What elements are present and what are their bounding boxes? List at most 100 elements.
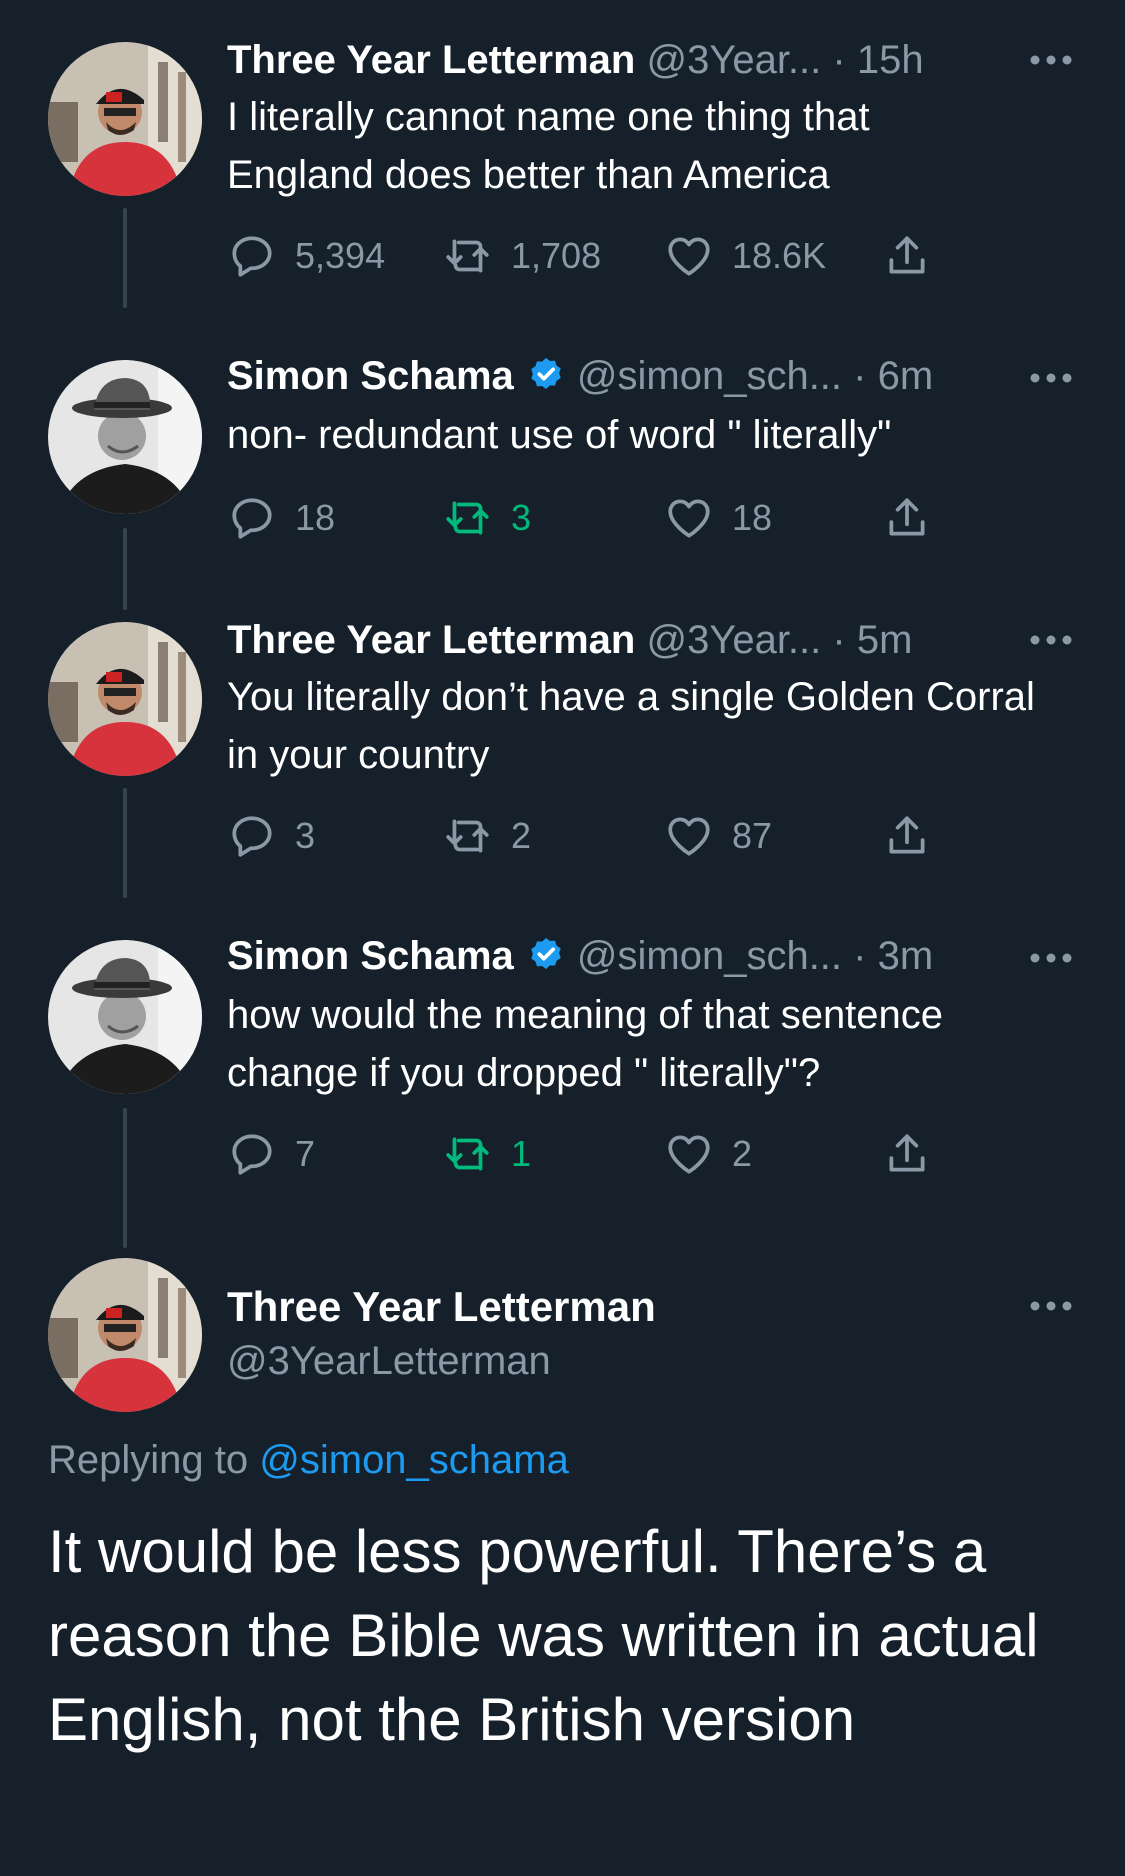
more-options-icon[interactable] xyxy=(1028,946,1074,970)
separator-dot: · xyxy=(853,354,867,398)
thread-connector xyxy=(123,1108,127,1248)
avatar[interactable] xyxy=(48,1258,202,1412)
tweet-header: Three Year Letterman @3Year... · 15h xyxy=(227,32,1087,88)
tweet-header: Simon Schama @simon_sch... · 6m xyxy=(227,348,1087,404)
reply-icon xyxy=(232,1134,272,1175)
avatar-photo-icon xyxy=(48,622,202,776)
thread-connector xyxy=(123,528,127,610)
tweet-actions: 3 2 87 xyxy=(227,808,1087,864)
heart-icon xyxy=(668,1135,710,1174)
display-name[interactable]: Three Year Letterman xyxy=(227,38,635,82)
retweet-button[interactable]: 3 xyxy=(443,490,531,546)
retweet-count: 1 xyxy=(511,1133,532,1174)
retweet-icon xyxy=(446,819,489,853)
timestamp[interactable]: 6m xyxy=(878,354,934,398)
avatar-photo-icon xyxy=(48,360,202,514)
replying-to: Replying to @simon_schama xyxy=(48,1432,569,1488)
heart-icon xyxy=(668,817,710,856)
thread-connector xyxy=(123,788,127,898)
heart-icon xyxy=(668,237,710,276)
display-name[interactable]: Simon Schama xyxy=(227,354,514,398)
reply-icon xyxy=(232,816,272,857)
avatar[interactable] xyxy=(48,940,202,1094)
share-icon xyxy=(889,236,925,274)
like-button[interactable]: 18 xyxy=(664,490,772,546)
tweet-actions: 7 1 2 xyxy=(227,1126,1087,1182)
replying-prefix: Replying to xyxy=(48,1438,249,1482)
separator-dot: · xyxy=(853,934,867,978)
reply-button[interactable]: 3 xyxy=(227,808,315,864)
mention-link[interactable]: @simon_schama xyxy=(259,1438,569,1482)
tweet-header: Three Year Letterman @3Year... · 5m xyxy=(227,612,1087,668)
reply-button[interactable]: 18 xyxy=(227,490,335,546)
timestamp[interactable]: 3m xyxy=(878,934,934,978)
tweet-text: how would the meaning of that sentence c… xyxy=(227,993,944,1095)
reply-count: 3 xyxy=(295,815,316,856)
reply-button[interactable]: 5,394 xyxy=(227,228,385,284)
retweet-button[interactable]: 1 xyxy=(443,1126,531,1182)
reply-count: 7 xyxy=(295,1133,316,1174)
reply-count: 5,394 xyxy=(295,235,386,276)
retweet-icon xyxy=(446,1137,489,1171)
share-button[interactable] xyxy=(882,490,932,546)
more-options-icon[interactable] xyxy=(1028,48,1074,72)
share-button[interactable] xyxy=(882,228,932,284)
avatar[interactable] xyxy=(48,360,202,514)
reply-button[interactable]: 7 xyxy=(227,1126,315,1182)
verified-badge-icon xyxy=(531,938,561,969)
retweet-icon xyxy=(446,239,489,273)
focused-tweet-text: It would be less powerful. There’s a rea… xyxy=(48,1518,1039,1753)
like-button[interactable]: 2 xyxy=(664,1126,752,1182)
share-button[interactable] xyxy=(882,808,932,864)
share-button[interactable] xyxy=(882,1126,932,1182)
like-count: 18.6K xyxy=(732,235,827,276)
thread-connector xyxy=(123,208,127,308)
like-button[interactable]: 87 xyxy=(664,808,772,864)
reply-icon xyxy=(232,236,272,277)
tweet-header: Simon Schama @simon_sch... · 3m xyxy=(227,928,1087,984)
handle[interactable]: @3YearLetterman xyxy=(227,1334,551,1388)
retweet-count: 3 xyxy=(511,497,532,538)
like-count: 87 xyxy=(732,815,773,856)
tweet-text: non- redundant use of word " literally" xyxy=(227,413,892,457)
handle[interactable]: @3Year... xyxy=(646,618,821,662)
separator-dot: · xyxy=(832,618,846,662)
like-count: 18 xyxy=(732,497,773,538)
retweet-count: 2 xyxy=(511,815,532,856)
separator-dot: · xyxy=(832,38,846,82)
display-name[interactable]: Three Year Letterman xyxy=(227,1278,656,1336)
avatar[interactable] xyxy=(48,42,202,196)
retweet-icon xyxy=(446,501,489,535)
more-options-icon[interactable] xyxy=(1028,628,1074,652)
heart-icon xyxy=(668,499,710,538)
reply-icon xyxy=(232,498,272,539)
timestamp[interactable]: 5m xyxy=(857,618,913,662)
reply-count: 18 xyxy=(295,497,336,538)
more-options-icon[interactable] xyxy=(1028,366,1074,390)
verified-badge-icon xyxy=(531,358,561,389)
avatar-photo-icon xyxy=(48,42,202,196)
tweet-thread: Three Year Letterman @3Year... · 15h I l… xyxy=(0,0,1125,1876)
avatar-photo-icon xyxy=(48,940,202,1094)
tweet-actions: 5,394 1,708 18.6K xyxy=(227,228,1087,284)
share-icon xyxy=(889,816,925,854)
avatar[interactable] xyxy=(48,622,202,776)
avatar-photo-icon xyxy=(48,1258,202,1412)
tweet-text: You literally don’t have a single Golden… xyxy=(227,675,1035,777)
tweet-text: I literally cannot name one thing that E… xyxy=(227,95,870,197)
share-icon xyxy=(889,498,925,536)
retweet-button[interactable]: 2 xyxy=(443,808,531,864)
display-name[interactable]: Three Year Letterman xyxy=(227,618,635,662)
retweet-count: 1,708 xyxy=(511,235,602,276)
handle[interactable]: @simon_sch... xyxy=(577,354,842,398)
like-count: 2 xyxy=(732,1133,753,1174)
retweet-button[interactable]: 1,708 xyxy=(443,228,601,284)
handle[interactable]: @simon_sch... xyxy=(577,934,842,978)
like-button[interactable]: 18.6K xyxy=(664,228,826,284)
more-options-icon[interactable] xyxy=(1028,1294,1074,1318)
display-name[interactable]: Simon Schama xyxy=(227,934,514,978)
tweet-actions: 18 3 18 xyxy=(227,490,1087,546)
share-icon xyxy=(889,1134,925,1172)
handle[interactable]: @3Year... xyxy=(646,38,821,82)
timestamp[interactable]: 15h xyxy=(857,38,924,82)
